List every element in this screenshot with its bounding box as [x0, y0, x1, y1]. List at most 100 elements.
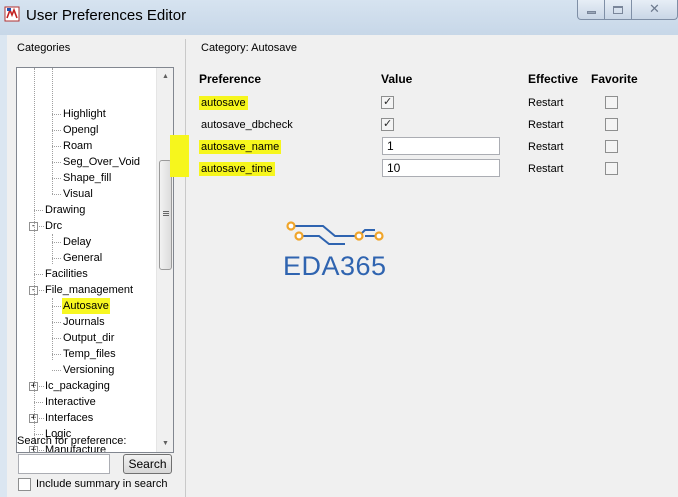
scroll-up-icon[interactable]: ▲ — [157, 68, 173, 85]
tree-connector — [52, 114, 61, 115]
column-header-favorite: Favorite — [591, 72, 638, 86]
tree-guide-line — [52, 68, 53, 194]
tree-item[interactable]: + Ic_packaging — [17, 378, 158, 394]
tree-item-label: Drc — [45, 220, 63, 232]
tree-item[interactable]: Opengl — [17, 122, 158, 138]
tree-item-label: File_management — [45, 284, 134, 296]
maximize-button[interactable] — [605, 0, 632, 20]
tree-connector — [52, 354, 61, 355]
checkmark-icon: ✓ — [383, 95, 393, 108]
minimize-icon — [586, 11, 596, 14]
tree-item[interactable]: Facilities — [17, 266, 158, 282]
tree-connector — [52, 306, 61, 307]
tree-connector — [52, 322, 61, 323]
column-header-preference: Preference — [199, 72, 262, 86]
tree-item-label: Output_dir — [63, 332, 115, 344]
close-icon: ✕ — [649, 2, 660, 17]
tree-item-label: Autosave — [62, 298, 110, 314]
title-bar[interactable]: User Preferences Editor ✕ — [0, 0, 678, 35]
tree-scrollbar[interactable]: ▲ ▼ — [156, 68, 173, 452]
column-header-value: Value — [381, 72, 413, 86]
window-title: User Preferences Editor — [26, 7, 187, 24]
tree-item[interactable]: Versioning — [17, 362, 158, 378]
tree-item-label: Seg_Over_Void — [63, 156, 141, 168]
column-header-effective: Effective — [528, 72, 579, 86]
value-checkbox[interactable]: ✓ — [381, 117, 394, 131]
preference-name: autosave_dbcheck — [201, 119, 293, 131]
tree-item[interactable]: Interactive — [17, 394, 158, 410]
tree-guide-line — [52, 234, 53, 264]
tree-item[interactable]: Journals — [17, 314, 158, 330]
favorite-checkbox[interactable] — [605, 96, 618, 109]
tree-guide-line — [52, 298, 53, 360]
favorite-checkbox[interactable] — [605, 140, 618, 153]
highlight-mark — [170, 157, 189, 177]
tree-item-label: Drawing — [45, 204, 86, 216]
tree-connector — [52, 130, 61, 131]
preference-row: autosave_time 10 Restart — [186, 157, 678, 179]
tree-item[interactable]: Drawing — [17, 202, 158, 218]
close-button[interactable]: ✕ — [632, 0, 678, 20]
scroll-down-icon[interactable]: ▼ — [157, 435, 173, 452]
tree-item[interactable]: - File_management — [17, 282, 158, 298]
effective-value: Restart — [528, 141, 564, 153]
tree-connector — [52, 370, 61, 371]
category-tree[interactable]: Highlight Opengl Roam Seg_Over_Void Shape_fi… — [16, 67, 174, 453]
grip-icon — [163, 211, 169, 212]
logo-text: EDA365 — [283, 251, 387, 281]
tree-item[interactable]: Highlight — [17, 106, 158, 122]
include-summary-label: Include summary in search — [36, 478, 168, 490]
eda365-logo: EDA365 — [283, 216, 403, 288]
tree-item-label: Temp_files — [63, 348, 116, 360]
effective-value: Restart — [528, 97, 564, 109]
preference-row: autosave ✓ Restart — [186, 91, 678, 113]
tree-item[interactable]: Seg_Over_Void — [17, 154, 158, 170]
checkmark-icon: ✓ — [383, 117, 393, 130]
search-label: Search for preference: — [17, 435, 127, 447]
favorite-checkbox[interactable] — [605, 118, 618, 131]
search-input[interactable] — [18, 454, 110, 474]
tree-item-label: Journals — [63, 316, 105, 328]
preferences-panel: Category: Autosave Preference Value Effe… — [170, 35, 678, 497]
tree-item[interactable]: + Interfaces — [17, 410, 158, 426]
tree-item[interactable]: Temp_files — [17, 346, 158, 362]
window-client: Categories Highlight Opengl Roam Seg_Over_V… — [7, 35, 678, 497]
tree-guide-line — [34, 68, 35, 452]
include-summary-checkbox[interactable] — [18, 478, 31, 491]
tree-item[interactable]: Visual — [17, 186, 158, 202]
value-checkbox[interactable]: ✓ — [381, 95, 394, 109]
preference-name: autosave_time — [199, 162, 275, 176]
tree-item-label: General — [63, 252, 103, 264]
value-input[interactable]: 1 — [382, 137, 500, 155]
preference-row: autosave_name 1 Restart — [186, 135, 678, 157]
tree-connector — [52, 258, 61, 259]
preference-name: autosave_name — [199, 140, 282, 154]
tree-connector — [34, 274, 43, 275]
tree-item[interactable]: Roam — [17, 138, 158, 154]
categories-label: Categories — [17, 42, 71, 54]
tree-connector — [52, 194, 61, 195]
favorite-checkbox[interactable] — [605, 162, 618, 175]
category-title: Category: Autosave — [201, 42, 298, 54]
tree-item[interactable]: - Drc — [17, 218, 158, 234]
value-input[interactable]: 10 — [382, 159, 500, 177]
tree-item-label: Versioning — [63, 364, 115, 376]
effective-value: Restart — [528, 119, 564, 131]
tree-item-label: Visual — [63, 188, 93, 200]
tree-connector — [34, 210, 43, 211]
tree-item-label: Facilities — [45, 268, 88, 280]
search-button[interactable]: Search — [123, 454, 172, 474]
tree-item-label: Interfaces — [45, 412, 94, 424]
highlight-mark — [170, 135, 189, 157]
tree-item-label: Ic_packaging — [45, 380, 110, 392]
tree-item[interactable]: Autosave — [17, 298, 158, 314]
tree-item[interactable]: General — [17, 250, 158, 266]
effective-value: Restart — [528, 163, 564, 175]
tree-item-label: Shape_fill — [63, 172, 112, 184]
tree-item[interactable]: Delay — [17, 234, 158, 250]
minimize-button[interactable] — [577, 0, 605, 20]
tree-item[interactable]: Output_dir — [17, 330, 158, 346]
tree-item-label: Interactive — [45, 396, 96, 408]
circuit-trace-icon — [286, 221, 384, 245]
tree-item[interactable]: Shape_fill — [17, 170, 158, 186]
